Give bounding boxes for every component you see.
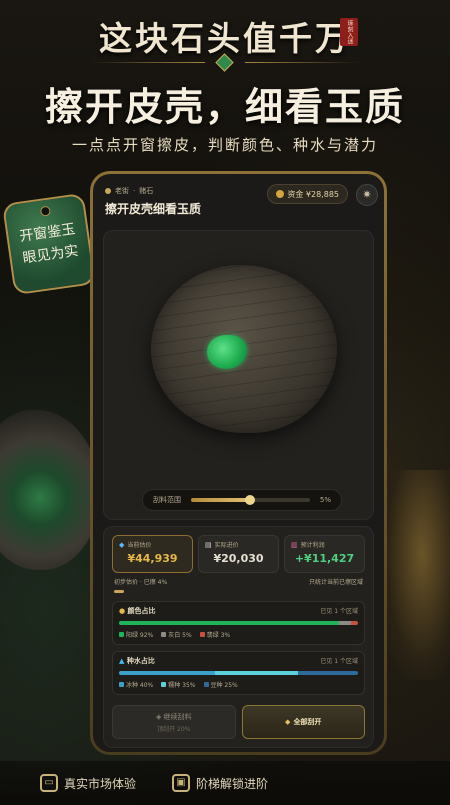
poster-headline: 擦开皮壳，细看玉质 — [44, 84, 405, 129]
rough-stone[interactable] — [151, 265, 337, 433]
legend-swatch — [119, 632, 124, 637]
stat-current-value: ◆ 当前估价 ¥44,939 — [112, 535, 193, 573]
shop-icon: ▭ — [40, 774, 58, 792]
legend-swatch — [199, 632, 205, 637]
legend-item: 阳绿 92% — [119, 630, 153, 639]
chart-icon: ▥ — [291, 540, 298, 549]
prelim-row: 初步估价 · 已擦 4% 只统计当前已擦区域 — [114, 577, 363, 586]
location-icon — [105, 188, 111, 194]
color-legend: 阳绿 92% 灰白 5% 翡绿 3% — [119, 630, 358, 639]
prelim-label: 初步估价 · 已擦 4% — [114, 579, 168, 586]
legend-swatch — [203, 682, 209, 687]
sparkle-icon: ◆ — [285, 718, 291, 726]
footer-strip: ▭ 真实市场体验 ▣ 阶梯解锁进阶 — [0, 761, 450, 805]
tag-hole — [39, 205, 52, 217]
lock-icon: ◈ — [155, 712, 164, 721]
stone-stage: 刮料范围 5% — [103, 230, 374, 520]
breadcrumb-item[interactable]: 赌石 — [139, 186, 153, 196]
bar-segment — [338, 621, 351, 625]
phone-frame: 老街 · 赌石 擦开皮壳细看玉质 资金 ¥28,885 ✷ 刮料范围 5% ◆ … — [90, 171, 387, 755]
scrape-handle[interactable] — [245, 495, 256, 505]
legend-item: 冰种 40% — [119, 680, 153, 689]
water-bar — [119, 671, 358, 675]
bar-segment — [298, 671, 358, 675]
legend-swatch — [161, 682, 167, 687]
bar-segment — [214, 671, 299, 675]
drop-icon: ▲ — [119, 657, 127, 665]
action-buttons: ◈ 继续刮料 顶刮开 20% ◆ 全部刮开 — [112, 705, 365, 739]
continue-scrape-button[interactable]: ◈ 继续刮料 顶刮开 20% — [112, 705, 236, 739]
legend-item: 灰白 5% — [161, 630, 192, 639]
water-metric: ▲ 种水占比 已见 1 个区域 冰种 40% 糯种 35% 豆种 25% — [112, 651, 365, 695]
legend-item: 糯种 35% — [161, 680, 196, 689]
ornament-divider — [90, 53, 360, 72]
scrape-label: 刮料范围 — [153, 496, 181, 504]
jade-tag: 开窗鉴玉 眼见为实 — [1, 192, 97, 296]
poster-title: 这块石头值千万 — [99, 19, 351, 58]
bar-segment — [119, 671, 215, 675]
scrape-track[interactable] — [191, 495, 310, 505]
info-panel: ◆ 当前估价 ¥44,939 ▤ 实际进价 ¥20,030 ▥ 预计利润 +¥11,4… — [103, 526, 374, 748]
footer-item-unlock: ▣ 阶梯解锁进阶 — [172, 774, 268, 792]
legend-item: 豆种 25% — [203, 680, 238, 689]
app-screen: 老街 · 赌石 擦开皮壳细看玉质 资金 ¥28,885 ✷ 刮料范围 5% ◆ … — [93, 174, 384, 752]
footer-item-market: ▭ 真实市场体验 — [40, 774, 136, 792]
settings-button[interactable]: ✷ — [356, 184, 378, 206]
gem-icon — [215, 53, 234, 72]
palette-icon: ● — [119, 607, 128, 615]
stat-purchase-price: ▤ 实际进价 ¥20,030 — [198, 535, 279, 573]
poster-subhead: 一点点开窗擦皮，判断颜色、种水与潜力 — [71, 136, 378, 154]
water-legend: 冰种 40% 糯种 35% 豆种 25% — [119, 680, 358, 689]
gear-icon: ✷ — [362, 188, 372, 201]
receipt-icon: ▤ — [205, 540, 212, 549]
prelim-note: 只统计当前已擦区域 — [308, 579, 363, 586]
coin-icon — [276, 190, 285, 198]
scrape-fill — [191, 498, 251, 502]
jade-window — [207, 335, 247, 369]
stat-expected-profit: ▥ 预计利润 +¥11,427 — [284, 535, 365, 573]
seal-stamp: 琢刻入迷 — [340, 18, 358, 46]
stat-row: ◆ 当前估价 ¥44,939 ▤ 实际进价 ¥20,030 ▥ 预计利润 +¥11,4… — [112, 535, 365, 573]
breadcrumb-item[interactable]: 老街 — [115, 186, 129, 196]
bar-segment — [350, 621, 358, 625]
prelim-progress — [114, 590, 124, 593]
lock-icon: ▣ — [172, 774, 190, 792]
fund-badge: 资金 ¥28,885 — [267, 184, 348, 204]
fund-label: 资金 ¥28,885 — [287, 189, 339, 199]
legend-swatch — [119, 682, 124, 687]
legend-swatch — [161, 632, 167, 637]
scrape-range-slider[interactable]: 刮料范围 5% — [142, 489, 342, 511]
diamond-icon: ◆ — [119, 540, 125, 549]
color-metric: ● 颜色占比 已见 1 个区域 阳绿 92% 灰白 5% 翡绿 3% — [112, 601, 365, 645]
bar-segment — [119, 621, 339, 625]
color-bar — [119, 621, 358, 625]
reveal-all-button[interactable]: ◆ 全部刮开 — [241, 705, 365, 739]
decor-image — [380, 470, 450, 680]
scrape-value: 5% — [319, 496, 331, 504]
legend-item: 翡绿 3% — [199, 630, 230, 639]
